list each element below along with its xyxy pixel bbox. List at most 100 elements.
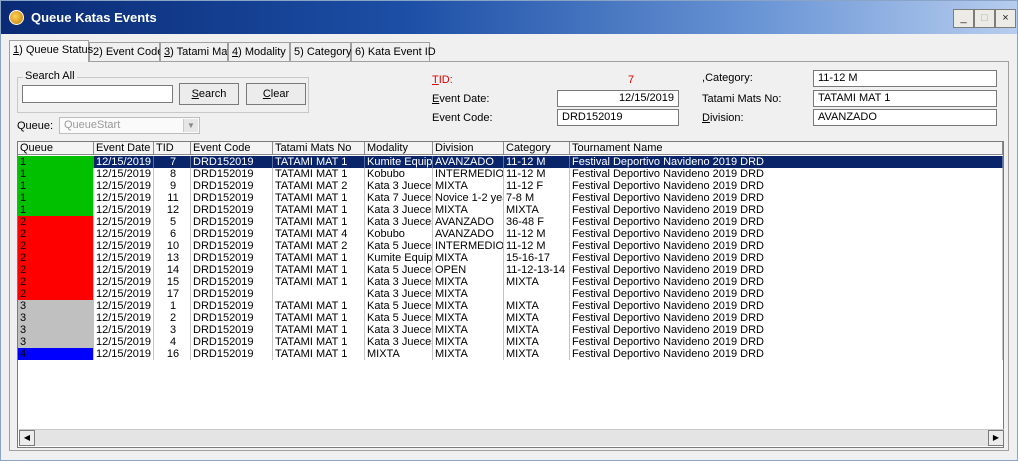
queue-katas-window: Queue Katas Events _ □ × 1) Queue Status… — [0, 0, 1018, 461]
table-row[interactable]: 1 12/15/2019 11 DRD152019 TATAMI MAT 1 Kata 7… — [18, 192, 1003, 204]
tab-modality[interactable]: 4) Modality — [228, 42, 290, 61]
table-row[interactable]: 1 12/15/2019 12 DRD152019 TATAMI MAT 1 Kata 3… — [18, 204, 1003, 216]
column-header-tatami[interactable]: Tatami Mats No — [273, 142, 365, 155]
cell-tournament: Festival Deportivo Navideno 2019 DRD — [570, 192, 1003, 204]
tab-category[interactable]: 5) Category — [290, 42, 351, 61]
cell-tatami: TATAMI MAT 1 — [273, 312, 365, 324]
tatami-field[interactable]: TATAMI MAT 1 — [813, 90, 997, 107]
cell-event-code: DRD152019 — [191, 288, 273, 300]
cell-event-code: DRD152019 — [191, 156, 273, 168]
event-code-field[interactable]: DRD152019 — [557, 109, 679, 126]
cell-tournament: Festival Deportivo Navideno 2019 DRD — [570, 276, 1003, 288]
clear-button[interactable]: Clear — [246, 83, 306, 105]
event-date-field[interactable]: 12/15/2019 — [557, 90, 679, 107]
column-header-modality[interactable]: Modality — [365, 142, 433, 155]
queue-select-value: QueueStart — [64, 119, 121, 131]
column-header-tid[interactable]: TID — [154, 142, 191, 155]
cell-tid: 12 — [154, 204, 191, 216]
tab-queue-status[interactable]: 1) Queue Status — [9, 40, 93, 62]
search-input[interactable] — [22, 85, 173, 103]
table-row[interactable]: 2 12/15/2019 6 DRD152019 TATAMI MAT 4 Kobubo A… — [18, 228, 1003, 240]
cell-event-code: DRD152019 — [191, 240, 273, 252]
scroll-left-icon[interactable]: ◀ — [19, 430, 35, 446]
cell-division: MIXTA — [433, 180, 504, 192]
column-header-division[interactable]: Division — [433, 142, 504, 155]
chevron-down-icon[interactable]: ▼ — [183, 119, 198, 132]
cell-modality: Kumite Equipo — [367, 156, 433, 168]
cell-division: MIXTA — [433, 288, 504, 300]
table-row[interactable]: 2 12/15/2019 14 DRD152019 TATAMI MAT 1 Kata 5… — [18, 264, 1003, 276]
column-header-queue[interactable]: Queue — [18, 142, 94, 155]
cell-modality: Kobubo — [365, 228, 433, 240]
table-row[interactable]: 3 12/15/2019 2 DRD152019 TATAMI MAT 1 Kata 5 … — [18, 312, 1003, 324]
cell-division: AVANZADO — [433, 156, 504, 168]
scroll-right-icon[interactable]: ▶ — [988, 430, 1004, 446]
division-field[interactable]: AVANZADO — [813, 109, 997, 126]
column-header-category[interactable]: Category — [504, 142, 570, 155]
cell-category: MIXTA — [504, 324, 570, 336]
events-table: Queue Event Date TID Event Code Tatami M… — [17, 141, 1004, 448]
cell-queue: 1 — [18, 168, 94, 180]
horizontal-scrollbar[interactable]: ◀ ▶ — [19, 429, 1004, 446]
tab-tatami-mat[interactable]: 3) Tatami Mat — [160, 42, 230, 61]
category-field[interactable]: 11-12 M — [813, 70, 997, 87]
cell-category: 11-12 M — [504, 228, 570, 240]
table-row[interactable]: 3 12/15/2019 4 DRD152019 TATAMI MAT 1 Kata 3 … — [18, 336, 1003, 348]
cell-event-date: 12/15/2019 — [94, 180, 154, 192]
table-row[interactable]: 1 12/15/2019 9 DRD152019 TATAMI MAT 2 Kata 3 … — [18, 180, 1003, 192]
table-row[interactable]: 3 12/15/2019 3 DRD152019 TATAMI MAT 1 Kata 3 … — [18, 324, 1003, 336]
cell-division: INTERMEDIO — [435, 240, 504, 252]
cell-queue: 1 — [18, 192, 94, 204]
column-header-tournament[interactable]: Tournament Name — [570, 142, 1003, 155]
table-row[interactable]: 3 12/15/2019 1 DRD152019 TATAMI MAT 1 Kata 5 … — [18, 300, 1003, 312]
cell-event-code: DRD152019 — [191, 168, 273, 180]
table-row[interactable]: 2 12/15/2019 15 DRD152019 TATAMI MAT 1 Kata 3… — [18, 276, 1003, 288]
cell-queue: 2 — [18, 252, 94, 264]
cell-event-code: DRD152019 — [191, 192, 273, 204]
table-row[interactable]: 2 12/15/2019 5 DRD152019 TATAMI MAT 1 Kata 3 … — [18, 216, 1003, 228]
column-header-event-code[interactable]: Event Code — [191, 142, 273, 155]
queue-select[interactable]: QueueStart ▼ — [59, 117, 200, 134]
cell-tournament: Festival Deportivo Navideno 2019 DRD — [570, 288, 1003, 300]
cell-tatami: TATAMI MAT 1 — [273, 168, 365, 180]
cell-category: MIXTA — [504, 312, 570, 324]
cell-category: MIXTA — [504, 300, 570, 312]
maximize-button[interactable]: □ — [974, 9, 995, 28]
cell-event-date: 12/15/2019 — [94, 324, 154, 336]
event-code-label: Event Code: — [432, 112, 493, 124]
table-row[interactable]: 2 12/15/2019 13 DRD152019 TATAMI MAT 1 Kumite… — [18, 252, 1003, 264]
cell-event-code: DRD152019 — [191, 276, 273, 288]
cell-division: AVANZADO — [433, 228, 504, 240]
cell-category: 7-8 M — [504, 192, 570, 204]
cell-queue: 2 — [18, 264, 94, 276]
cell-modality: Kata 3 Jueces — [367, 216, 433, 228]
close-button[interactable]: × — [995, 9, 1016, 28]
table-row[interactable]: 1 12/15/2019 7 DRD152019 TATAMI MAT 1 Kumite … — [18, 156, 1003, 168]
cell-tatami: TATAMI MAT 1 — [273, 204, 365, 216]
minimize-button[interactable]: _ — [953, 9, 974, 28]
tab-event-code[interactable]: 2) Event Code — [89, 42, 163, 61]
tab-kata-event-id[interactable]: 6) Kata Event ID — [351, 42, 436, 61]
cell-modality: Kata 5 Jueces — [367, 264, 433, 276]
cell-tatami: TATAMI MAT 2 — [273, 180, 365, 192]
column-header-event-date[interactable]: Event Date — [94, 142, 154, 155]
table-row[interactable]: 4 12/15/2019 16 DRD152019 TATAMI MAT 1 MIXTA M… — [18, 348, 1003, 360]
cell-tatami: TATAMI MAT 1 — [273, 216, 365, 228]
cell-modality: MIXTA — [365, 348, 433, 360]
cell-event-date: 12/15/2019 — [94, 156, 154, 168]
cell-tid: 14 — [154, 264, 191, 276]
cell-category: MIXTA — [504, 276, 570, 288]
cell-tid: 1 — [154, 300, 191, 312]
cell-division: MIXTA — [433, 252, 504, 264]
cell-queue: 1 — [18, 156, 94, 168]
table-row[interactable]: 2 12/15/2019 10 DRD152019 TATAMI MAT 2 Kata 5… — [18, 240, 1003, 252]
table-row[interactable]: 2 12/15/2019 17 DRD152019 Kata 3 Jueces MIXTA… — [18, 288, 1003, 300]
title-bar[interactable]: Queue Katas Events _ □ × — [1, 1, 1017, 34]
cell-tid: 3 — [154, 324, 191, 336]
table-row[interactable]: 1 12/15/2019 8 DRD152019 TATAMI MAT 1 Kobubo I… — [18, 168, 1003, 180]
cell-event-code: DRD152019 — [191, 204, 273, 216]
cell-queue: 4 — [18, 348, 94, 360]
cell-tournament: Festival Deportivo Navideno 2019 DRD — [570, 348, 1003, 360]
cell-tournament: Festival Deportivo Navideno 2019 DRD — [570, 180, 1003, 192]
search-button[interactable]: Search — [179, 83, 239, 105]
